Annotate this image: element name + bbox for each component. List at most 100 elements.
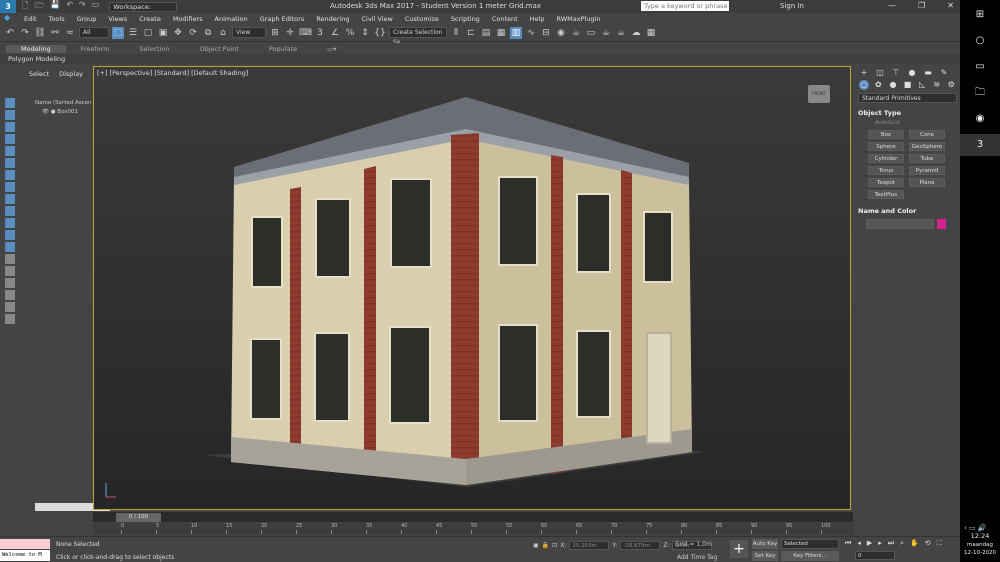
scene-explorer-select-menu[interactable]: Select — [29, 70, 49, 78]
go-to-start-icon[interactable]: ⏮ — [845, 539, 851, 548]
scene-explorer-icon[interactable]: ▤ — [480, 27, 492, 39]
maxscript-listener-field[interactable]: Welcome to M — [0, 550, 50, 561]
filter-cameras-icon[interactable] — [5, 134, 15, 144]
geosphere-button[interactable]: GeoSphere — [909, 142, 945, 151]
maximize-viewport-icon[interactable]: ⛶ — [937, 539, 942, 548]
perspective-viewport[interactable]: [+] [Perspective] [Standard] [Default Sh… — [93, 66, 851, 510]
menu-content[interactable]: Content — [486, 15, 524, 23]
selection-region-icon[interactable]: ▢ — [142, 27, 154, 39]
close-button[interactable]: ✕ — [947, 1, 954, 10]
redo-icon[interactable]: ↷ — [19, 27, 31, 39]
isolate-selection-icon[interactable]: ▣ — [533, 542, 539, 549]
current-frame-field[interactable]: 0 — [855, 551, 895, 560]
object-color-swatch[interactable] — [937, 219, 946, 229]
menu-create[interactable]: Create — [133, 15, 167, 23]
add-time-tag-button[interactable]: Add Time Tag — [677, 554, 717, 561]
options-icon[interactable] — [5, 290, 15, 300]
layer-icon[interactable] — [5, 314, 15, 324]
snaps-toggle-icon[interactable]: 3 — [314, 27, 326, 39]
motion-tab-icon[interactable]: ● — [907, 68, 917, 78]
search-icon[interactable]: ○ — [960, 30, 1000, 52]
sphere-button[interactable]: Sphere — [868, 142, 904, 151]
ribbon-tab-selection[interactable]: Selection — [125, 45, 185, 53]
systems-icon[interactable]: ⚙ — [946, 80, 956, 90]
sign-in-button[interactable]: Sign In — [780, 2, 804, 10]
zoom-icon[interactable]: ⌕ — [900, 539, 904, 548]
ribbon-tab-object-paint[interactable]: Object Paint — [185, 45, 254, 53]
hierarchy-tab-icon[interactable]: ⊤ — [891, 68, 901, 78]
window-crossing-icon[interactable]: ▣ — [157, 27, 169, 39]
lights-icon[interactable]: ● — [888, 80, 898, 90]
textplus-button[interactable]: TextPlus — [868, 190, 904, 199]
pyramid-button[interactable]: Pyramid — [909, 166, 945, 175]
ribbon-options-icon[interactable]: ▭▾ — [312, 45, 351, 53]
menu-customize[interactable]: Customize — [399, 15, 445, 23]
helpers-icon[interactable]: ◺ — [917, 80, 927, 90]
selection-lock-icon[interactable]: 🔒 — [542, 542, 549, 549]
geometry-icon[interactable]: ○ — [859, 80, 869, 90]
select-manipulate-icon[interactable]: ✛ — [284, 27, 296, 39]
utilities-tab-icon[interactable]: ✎ — [939, 68, 949, 78]
curve-editor-icon[interactable]: ∿ — [525, 27, 537, 39]
scale-icon[interactable]: ⧉ — [202, 27, 214, 39]
chrome-icon[interactable]: ◉ — [960, 108, 1000, 130]
previous-frame-icon[interactable]: ◂ — [857, 539, 861, 548]
primitive-category-dropdown[interactable]: Standard Primitives — [858, 93, 957, 103]
display-tab-icon[interactable]: ▬ — [923, 68, 933, 78]
filter-helpers-icon[interactable] — [5, 146, 15, 156]
selection-filter-dropdown[interactable]: All — [79, 27, 109, 38]
filter-spacewarps-icon[interactable] — [5, 158, 15, 168]
search-input[interactable]: Type a keyword or phrase — [641, 1, 729, 11]
a360-gallery-icon[interactable]: ▦ — [645, 27, 657, 39]
clock-time[interactable]: 12:24 — [960, 532, 1000, 540]
pan-icon[interactable]: ✋ — [910, 539, 919, 548]
undo-icon[interactable]: ↶ — [4, 27, 16, 39]
unlink-icon[interactable]: ⚯ — [49, 27, 61, 39]
menu-rwmaxplugin[interactable]: RWMaxPlugin — [551, 15, 607, 23]
create-tab-icon[interactable]: + — [859, 68, 869, 78]
shapes-icon[interactable]: ✿ — [874, 80, 884, 90]
material-editor-icon[interactable]: ◉ — [555, 27, 567, 39]
set-keys-icon[interactable]: + — [730, 540, 748, 558]
place-icon[interactable]: ⌂ — [217, 27, 229, 39]
menu-group[interactable]: Group — [71, 15, 103, 23]
filter-shapes-icon[interactable] — [5, 110, 15, 120]
reference-coordinate-dropdown[interactable]: View — [232, 27, 266, 38]
name-column-header[interactable]: Name (Sorted Ascen — [20, 100, 92, 106]
minimize-button[interactable]: — — [888, 1, 896, 10]
cone-button[interactable]: Cone — [909, 130, 945, 139]
menu-views[interactable]: Views — [102, 15, 133, 23]
menu-graph-editors[interactable]: Graph Editors — [254, 15, 311, 23]
task-view-icon[interactable]: ▭ — [960, 56, 1000, 78]
play-icon[interactable]: ▶ — [867, 539, 872, 548]
menu-modifiers[interactable]: Modifiers — [167, 15, 209, 23]
filter-bones-icon[interactable] — [5, 194, 15, 204]
3dsmax-taskbar-icon[interactable]: 3 — [960, 134, 1000, 156]
teapot-button[interactable]: Teapot — [868, 178, 904, 187]
3dsmax-logo-icon[interactable]: 3 — [0, 0, 16, 13]
object-type-rollout[interactable]: Object Type — [858, 109, 957, 117]
set-key-button[interactable]: Set Key — [752, 551, 778, 561]
space-warps-icon[interactable]: ≋ — [932, 80, 942, 90]
percent-snap-icon[interactable]: % — [344, 27, 356, 39]
open-file-icon[interactable]: 🗁 — [34, 0, 44, 14]
bind-space-warp-icon[interactable]: ≈ — [64, 27, 76, 39]
menu-edit[interactable]: Edit — [18, 15, 43, 23]
ribbon-tab-modeling[interactable]: Modeling — [6, 44, 66, 53]
invert-display-icon[interactable] — [5, 266, 15, 276]
toggle-ribbon-icon[interactable]: ▥ — [510, 26, 522, 39]
y-coord-field[interactable]: -28.879m — [620, 541, 661, 550]
maxscript-listener-mini[interactable] — [0, 539, 50, 549]
rendered-frame-window-icon[interactable]: ▭ — [585, 27, 597, 39]
menu-animation[interactable]: Animation — [209, 15, 254, 23]
autogrid-checkbox[interactable]: AutoGrid — [875, 120, 960, 126]
scene-explorer-display-menu[interactable]: Display — [59, 70, 83, 78]
clock-day[interactable]: maandag — [960, 542, 1000, 548]
display-all-icon[interactable] — [5, 242, 15, 252]
maximize-button[interactable]: ❐ — [918, 1, 925, 10]
menu-tools[interactable]: Tools — [43, 15, 71, 23]
key-filters-button[interactable]: Key Filters... — [781, 551, 839, 561]
track-bar[interactable]: 0 5 10 15 20 25 30 35 40 45 50 55 60 65 70 75 80 85 90 95 10… — [93, 523, 853, 535]
viewport-label-menu[interactable]: [+] [Perspective] [Standard] [Default Sh… — [97, 69, 248, 77]
keyboard-shortcut-icon[interactable]: ⌨ — [299, 27, 312, 39]
